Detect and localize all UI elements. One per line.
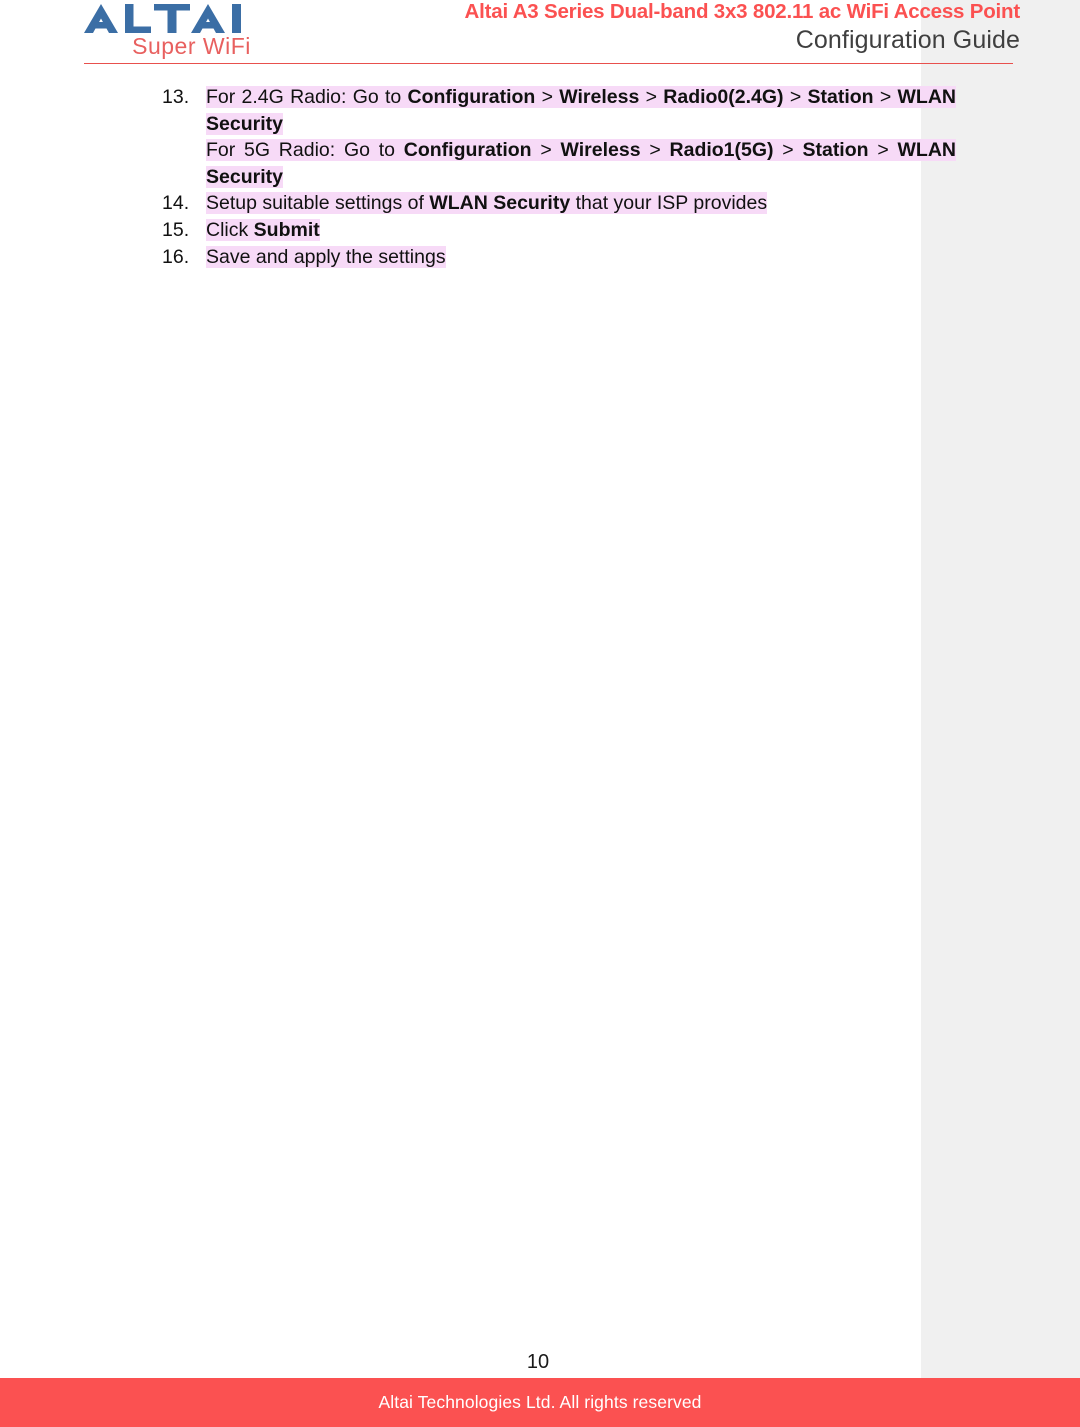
body-text: Setup suitable settings of [206, 192, 430, 215]
altai-logo: Super WiFi [84, 2, 299, 60]
document-page: Super WiFi Altai A3 Series Dual-band 3x3… [0, 0, 1080, 1427]
body-text: > [773, 139, 803, 162]
emphasized-text: Wireless [559, 86, 640, 108]
list-item: 16. Save and apply the settings [162, 244, 1080, 271]
list-item-line: Setup suitable settings of WLAN Security… [206, 190, 1080, 217]
numbered-step-list: 13. For 2.4G Radio: Go to Configuration >… [0, 84, 1080, 270]
emphasized-text: Radio0(2.4G) [663, 86, 784, 108]
emphasized-text: Station [802, 139, 869, 162]
emphasized-text: Configuration [407, 86, 536, 108]
header-divider [84, 63, 1013, 64]
body-text: > [531, 139, 561, 162]
document-subtitle: Configuration Guide [795, 26, 1020, 54]
list-item-number: 15. [162, 218, 190, 241]
list-item-line: Save and apply the settings [206, 244, 1080, 271]
altai-logo-tagline: Super WiFi [132, 33, 251, 59]
body-text: For 5G Radio: Go to [206, 139, 404, 162]
list-item-line: For 5G Radio: Go to Configuration > Wire… [206, 137, 956, 190]
body-text: that your ISP provides [570, 192, 768, 215]
emphasized-text: Wireless [560, 139, 641, 162]
list-item: 15. Click Submit [162, 217, 1080, 244]
list-item-number: 13. [162, 86, 190, 108]
list-item-number: 16. [162, 245, 190, 268]
emphasized-text: WLAN Security [429, 192, 571, 215]
emphasized-text: Station [807, 86, 874, 108]
list-item: 13. For 2.4G Radio: Go to Configuration >… [162, 84, 956, 190]
body-text: > [783, 86, 808, 108]
body-text: Click [206, 218, 254, 241]
body-text: > [640, 139, 670, 162]
body-text: For 2.4G Radio: Go to [206, 86, 408, 108]
list-item: 14. Setup suitable settings of WLAN Secur… [162, 190, 1080, 217]
body-text: Save and apply the settings [206, 245, 446, 268]
body-text: > [535, 86, 560, 108]
footer-copyright: Altai Technologies Ltd. All rights reser… [378, 1392, 702, 1412]
list-item-line: For 2.4G Radio: Go to Configuration > Wi… [206, 84, 956, 137]
page-content: 13. For 2.4G Radio: Go to Configuration >… [0, 84, 1080, 270]
page-number: 10 [0, 1351, 1080, 1374]
body-text: > [639, 86, 664, 108]
header-title-block: Altai A3 Series Dual-band 3x3 802.11 ac … [300, 0, 1021, 56]
footer-bar: Altai Technologies Ltd. All rights reser… [0, 1378, 1080, 1427]
emphasized-text: Configuration [403, 139, 532, 162]
list-item-number: 14. [162, 192, 190, 215]
page-header: Super WiFi Altai A3 Series Dual-band 3x3… [0, 0, 1080, 70]
body-text: > [873, 86, 898, 108]
document-product-title: Altai A3 Series Dual-band 3x3 802.11 ac … [464, 0, 1021, 23]
body-text: > [868, 139, 898, 162]
emphasized-text: Submit [253, 218, 320, 241]
emphasized-text: Radio1(5G) [669, 139, 774, 162]
list-item-line: Click Submit [206, 217, 1080, 244]
page-number-value: 10 [526, 1351, 550, 1373]
